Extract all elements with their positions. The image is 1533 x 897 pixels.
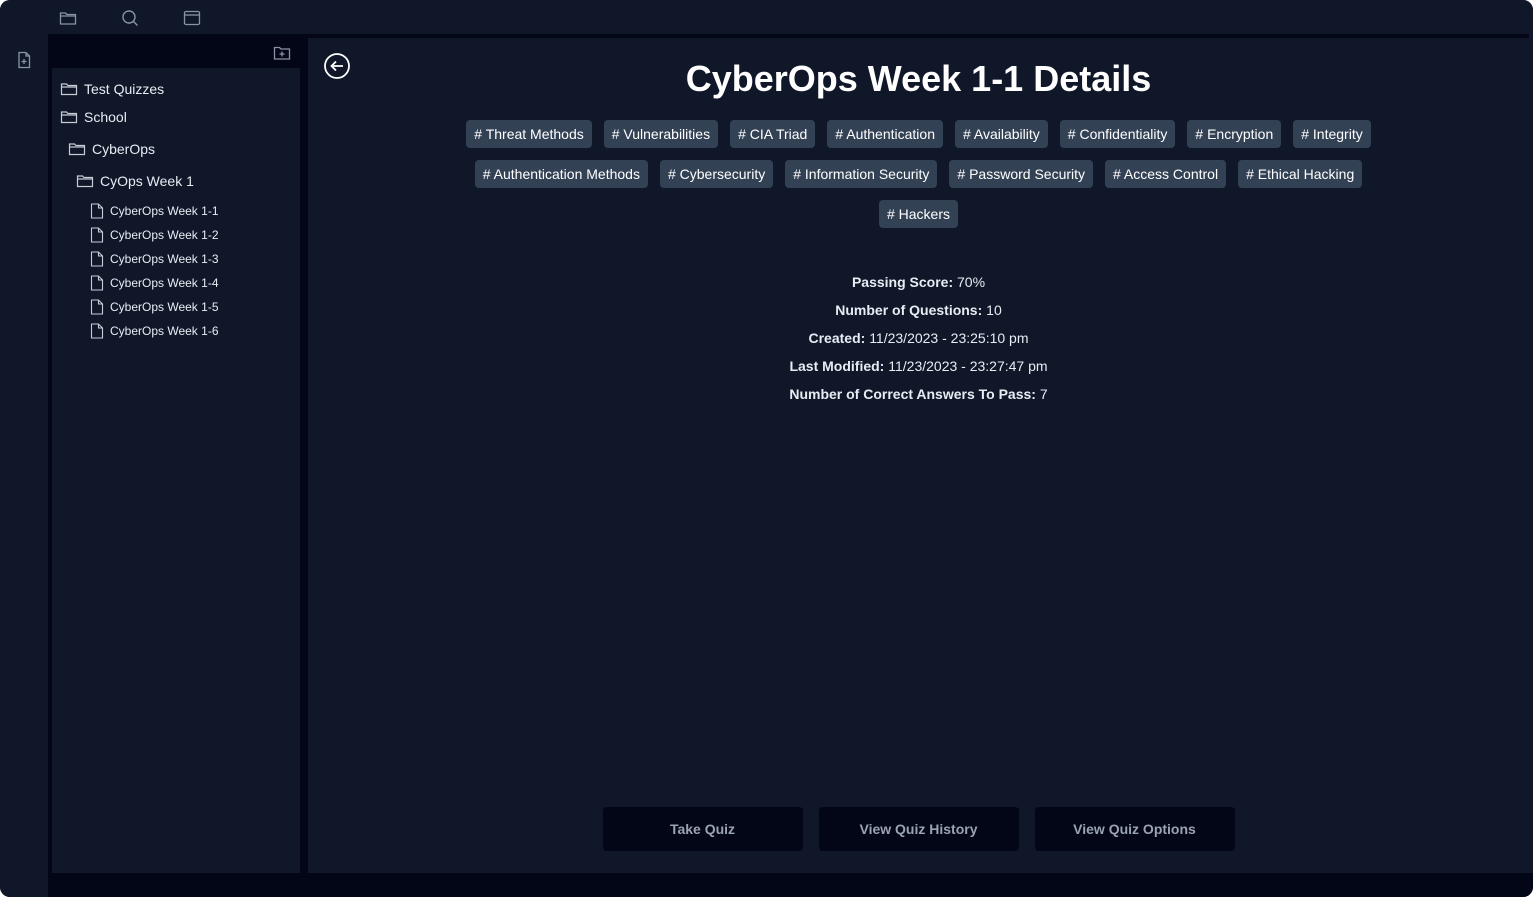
tag-authentication-methods[interactable]: # Authentication Methods bbox=[474, 160, 648, 188]
left-rail bbox=[0, 0, 48, 897]
tag-authentication[interactable]: # Authentication bbox=[827, 120, 943, 148]
search-icon[interactable] bbox=[120, 8, 140, 28]
detail-value: 7 bbox=[1039, 386, 1048, 402]
file-explorer-sidebar: Test Quizzes School CyberOps CyOps Week … bbox=[48, 34, 306, 873]
tag-encryption[interactable]: # Encryption bbox=[1187, 120, 1282, 148]
tag-row-3: # Hackers bbox=[308, 200, 1529, 228]
tree-file-week-1-5[interactable]: CyberOps Week 1-5 bbox=[90, 299, 219, 315]
tree-file-week-1-1[interactable]: CyberOps Week 1-1 bbox=[90, 203, 219, 219]
tree-folder-school[interactable]: School bbox=[60, 108, 127, 126]
detail-correct-answers-to-pass: Number of Correct Answers To Pass: 7 bbox=[308, 380, 1529, 408]
tree-item-label: Test Quizzes bbox=[84, 81, 165, 97]
tag-vulnerabilities[interactable]: # Vulnerabilities bbox=[603, 120, 719, 148]
tag-threat-methods[interactable]: # Threat Methods bbox=[466, 120, 592, 148]
tree-folder-cyops-week-1[interactable]: CyOps Week 1 bbox=[76, 172, 194, 190]
tree-file-week-1-4[interactable]: CyberOps Week 1-4 bbox=[90, 275, 219, 291]
tag-row-2: # Authentication Methods # Cybersecurity… bbox=[308, 160, 1529, 188]
detail-value: 11/23/2023 - 23:25:10 pm bbox=[869, 330, 1029, 346]
tree-folder-cyberops[interactable]: CyberOps bbox=[68, 140, 155, 158]
calendar-icon[interactable] bbox=[182, 8, 202, 28]
top-toolbar bbox=[48, 0, 1533, 34]
quiz-details-panel: CyberOps Week 1-1 Details # Threat Metho… bbox=[306, 34, 1529, 873]
detail-last-modified: Last Modified: 11/23/2023 - 23:27:47 pm bbox=[308, 352, 1529, 380]
tree-item-label: CyberOps Week 1-5 bbox=[110, 300, 219, 314]
tree-file-week-1-2[interactable]: CyberOps Week 1-2 bbox=[90, 227, 219, 243]
detail-created: Created: 11/23/2023 - 23:25:10 pm bbox=[308, 324, 1529, 352]
file-icon bbox=[90, 323, 104, 339]
tag-access-control[interactable]: # Access Control bbox=[1105, 160, 1227, 188]
tag-cia-triad[interactable]: # CIA Triad bbox=[730, 120, 816, 148]
folder-icon bbox=[60, 108, 78, 126]
detail-label: Number of Questions: bbox=[835, 302, 983, 318]
status-bar bbox=[48, 873, 1533, 897]
tag-availability[interactable]: # Availability bbox=[954, 120, 1048, 148]
folder-icon[interactable] bbox=[58, 8, 78, 28]
detail-label: Last Modified: bbox=[789, 358, 885, 374]
detail-number-of-questions: Number of Questions: 10 bbox=[308, 296, 1529, 324]
folder-icon bbox=[60, 80, 78, 98]
file-icon bbox=[90, 203, 104, 219]
tree-folder-test-quizzes[interactable]: Test Quizzes bbox=[60, 80, 164, 98]
detail-label: Passing Score: bbox=[851, 274, 954, 290]
file-icon bbox=[90, 251, 104, 267]
detail-value: 10 bbox=[986, 302, 1002, 318]
tag-hackers[interactable]: # Hackers bbox=[878, 200, 959, 228]
view-quiz-options-button[interactable]: View Quiz Options bbox=[1034, 807, 1235, 851]
tree-item-label: School bbox=[84, 109, 127, 125]
tag-ethical-hacking[interactable]: # Ethical Hacking bbox=[1238, 160, 1363, 188]
file-icon bbox=[90, 227, 104, 243]
tag-information-security[interactable]: # Information Security bbox=[785, 160, 938, 188]
sidebar-header bbox=[52, 38, 300, 68]
tree-item-label: CyberOps Week 1-4 bbox=[110, 276, 219, 290]
detail-value: 11/23/2023 - 23:27:47 pm bbox=[888, 358, 1048, 374]
quiz-details: Passing Score: 70% Number of Questions: … bbox=[308, 268, 1529, 408]
app-window: Test Quizzes School CyberOps CyOps Week … bbox=[0, 0, 1533, 897]
action-buttons: Take Quiz View Quiz History View Quiz Op… bbox=[308, 807, 1529, 851]
file-icon bbox=[90, 299, 104, 315]
tree-item-label: CyberOps Week 1-1 bbox=[110, 204, 219, 218]
take-quiz-button[interactable]: Take Quiz bbox=[602, 807, 803, 851]
tag-row-1: # Threat Methods # Vulnerabilities # CIA… bbox=[308, 120, 1529, 148]
detail-label: Created: bbox=[808, 330, 866, 346]
detail-label: Number of Correct Answers To Pass: bbox=[789, 386, 1036, 402]
view-quiz-history-button[interactable]: View Quiz History bbox=[818, 807, 1019, 851]
new-folder-icon[interactable] bbox=[272, 43, 292, 63]
detail-value: 70% bbox=[957, 274, 986, 290]
folder-icon bbox=[68, 140, 86, 158]
tag-confidentiality[interactable]: # Confidentiality bbox=[1059, 120, 1176, 148]
page-title: CyberOps Week 1-1 Details bbox=[685, 58, 1152, 99]
detail-passing-score: Passing Score: 70% bbox=[308, 268, 1529, 296]
tree-item-label: CyberOps Week 1-3 bbox=[110, 252, 219, 266]
tree-file-week-1-3[interactable]: CyberOps Week 1-3 bbox=[90, 251, 219, 267]
tree-item-label: CyberOps bbox=[92, 141, 156, 157]
tree-item-label: CyberOps Week 1-2 bbox=[110, 228, 219, 242]
tree-file-week-1-6[interactable]: CyberOps Week 1-6 bbox=[90, 323, 219, 339]
tree-item-label: CyOps Week 1 bbox=[100, 173, 194, 189]
tag-cybersecurity[interactable]: # Cybersecurity bbox=[659, 160, 774, 188]
tag-integrity[interactable]: # Integrity bbox=[1293, 120, 1371, 148]
tree-item-label: CyberOps Week 1-6 bbox=[110, 324, 219, 338]
file-icon bbox=[90, 275, 104, 291]
tag-password-security[interactable]: # Password Security bbox=[949, 160, 1094, 188]
new-file-icon[interactable] bbox=[14, 50, 34, 70]
folder-icon bbox=[76, 172, 94, 190]
